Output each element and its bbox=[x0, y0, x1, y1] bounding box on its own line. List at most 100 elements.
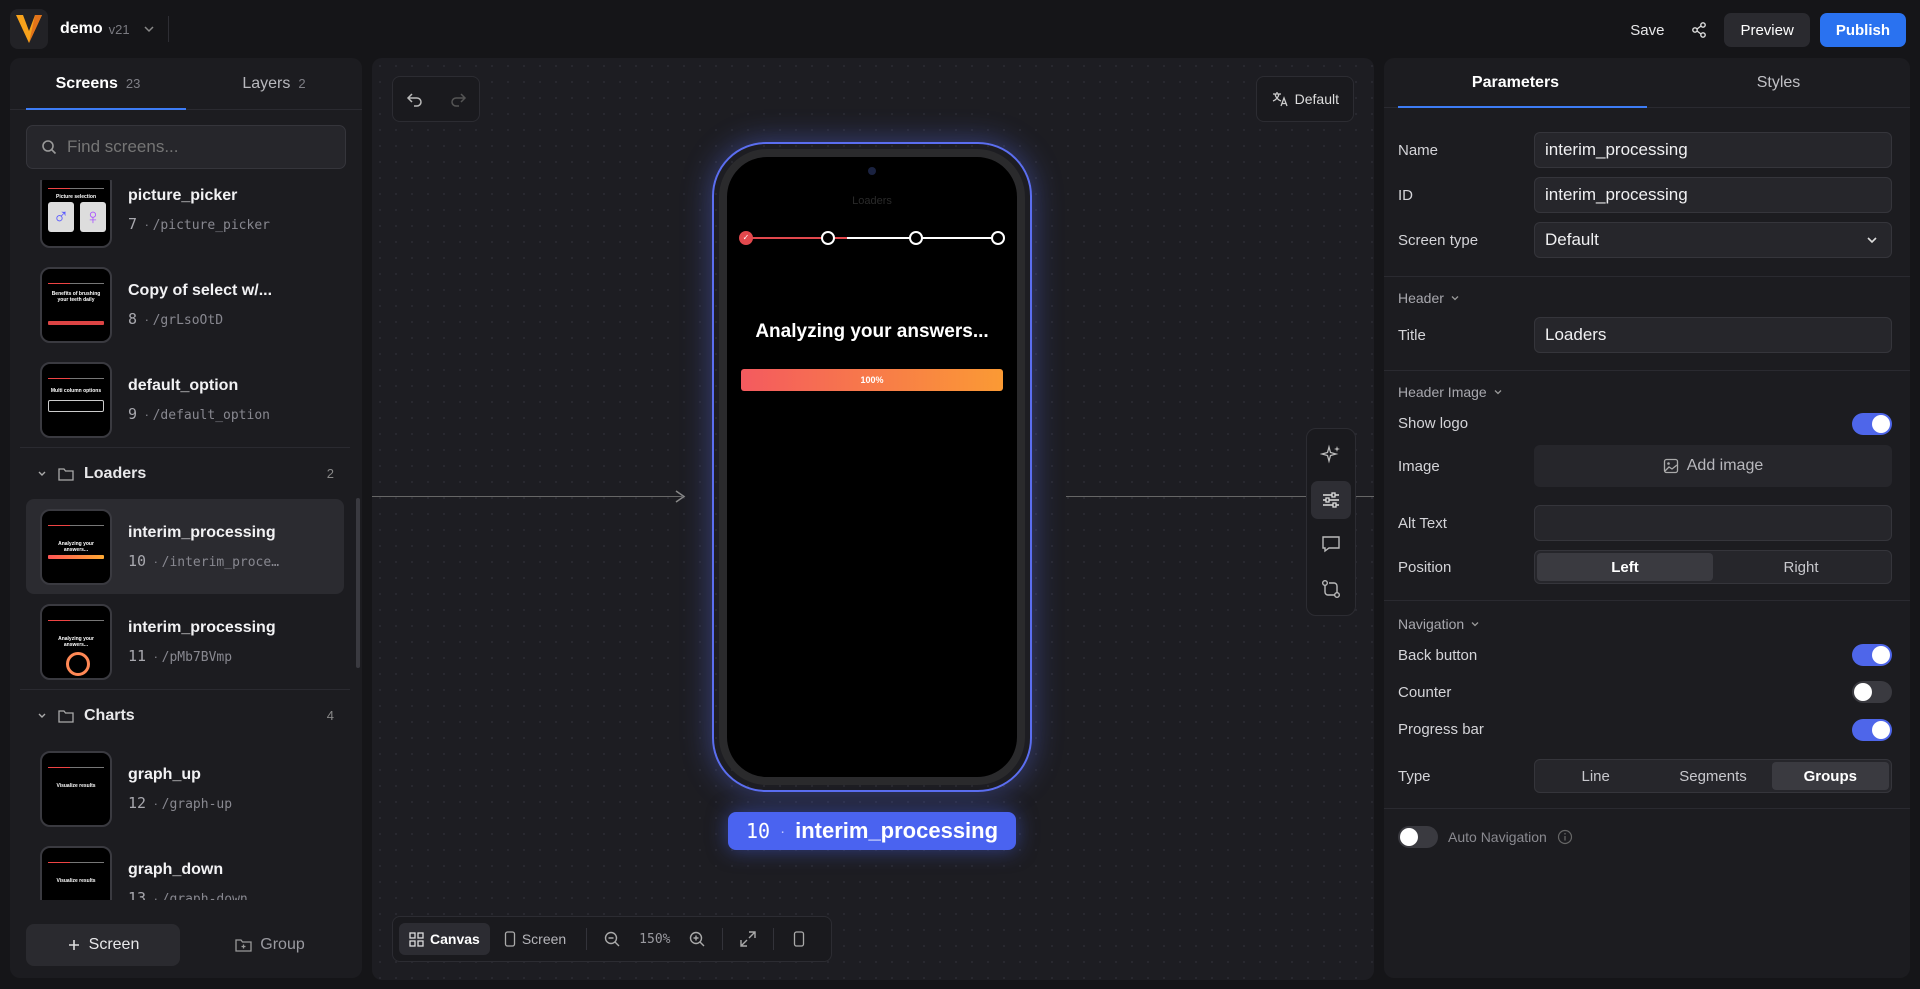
thumb-title: Picture selection bbox=[55, 193, 96, 200]
group-loaders[interactable]: Loaders 2 bbox=[20, 447, 350, 499]
screen-type-value: Default bbox=[1545, 230, 1599, 249]
progress-bar-toggle[interactable] bbox=[1852, 719, 1892, 741]
tab-screens[interactable]: Screens 23 bbox=[10, 58, 186, 110]
alt-text-label: Alt Text bbox=[1398, 514, 1447, 532]
list-item[interactable]: Visualize results graph_up 12 · /graph-u… bbox=[20, 741, 350, 836]
group-count: 2 bbox=[326, 466, 334, 481]
search-input[interactable] bbox=[67, 137, 317, 157]
ai-sparkle-button[interactable] bbox=[1311, 436, 1351, 474]
screen-path: /picture_picker bbox=[152, 217, 270, 233]
screen-number: 7 bbox=[128, 214, 138, 233]
info-icon[interactable] bbox=[1557, 829, 1573, 845]
screen-type-row: Screen type Default bbox=[1398, 222, 1892, 258]
show-logo-toggle[interactable] bbox=[1852, 413, 1892, 435]
zoom-in-icon[interactable] bbox=[682, 924, 712, 954]
tab-count: 23 bbox=[125, 76, 141, 91]
logic-button[interactable] bbox=[1311, 570, 1351, 608]
zoom-out-icon[interactable] bbox=[597, 924, 627, 954]
auto-navigation-toggle[interactable] bbox=[1398, 826, 1438, 848]
position-label: Position bbox=[1398, 558, 1452, 576]
add-group-label: Group bbox=[260, 936, 305, 953]
tab-parameters[interactable]: Parameters bbox=[1384, 58, 1647, 108]
left-bottom-actions: Screen Group bbox=[26, 924, 346, 966]
position-segmented: Left Right bbox=[1534, 550, 1892, 584]
type-line-option[interactable]: Line bbox=[1537, 762, 1654, 790]
canvas[interactable]: Default Loaders ✓ Analyzing your answers… bbox=[372, 58, 1374, 980]
screen-thumbnail: Multi column options bbox=[40, 361, 112, 438]
header-image-section-toggle[interactable]: Header Image bbox=[1398, 384, 1503, 400]
screens-panel: Screens 23 Layers 2 Picture selection ♂ … bbox=[10, 58, 362, 978]
screen-number: 11 bbox=[128, 646, 147, 665]
language-label: Default bbox=[1294, 91, 1339, 107]
divider bbox=[1384, 276, 1910, 277]
publish-button[interactable]: Publish bbox=[1819, 13, 1906, 47]
type-segments-option[interactable]: Segments bbox=[1654, 762, 1771, 790]
language-selector[interactable]: Default bbox=[1255, 76, 1354, 122]
fit-screen-icon[interactable] bbox=[733, 924, 763, 954]
scrollbar[interactable] bbox=[356, 498, 360, 668]
divider bbox=[168, 16, 169, 42]
chevron-down-icon bbox=[144, 26, 154, 33]
navigation-section-toggle[interactable]: Navigation bbox=[1398, 616, 1480, 632]
position-left-option[interactable]: Left bbox=[1537, 553, 1713, 581]
type-groups-option[interactable]: Groups bbox=[1771, 762, 1889, 790]
screen-mode-button[interactable]: Screen bbox=[494, 923, 576, 955]
add-group-button[interactable]: Group bbox=[194, 924, 346, 966]
undo-icon[interactable] bbox=[406, 90, 424, 108]
device-icon[interactable] bbox=[784, 924, 814, 954]
screen-type-select[interactable]: Default bbox=[1534, 222, 1892, 258]
app-logo-icon[interactable] bbox=[10, 9, 48, 49]
canvas-bottom-bar: Canvas Screen 150% bbox=[392, 916, 832, 962]
parameters-button[interactable] bbox=[1311, 480, 1351, 519]
progress-bar-label: Progress bar bbox=[1398, 720, 1484, 738]
add-screen-button[interactable]: Screen bbox=[26, 924, 180, 966]
screen-mode-label: Screen bbox=[521, 931, 567, 947]
title-field[interactable] bbox=[1545, 325, 1891, 345]
add-image-button[interactable]: Add image bbox=[1534, 445, 1892, 487]
selected-screen-label[interactable]: 10 · interim_processing bbox=[728, 812, 1017, 850]
list-item[interactable]: Analyzing your answers... interim_proces… bbox=[20, 594, 350, 689]
name-row: Name bbox=[1398, 132, 1892, 168]
position-right-option[interactable]: Right bbox=[1713, 553, 1889, 581]
screen-type-label: Screen type bbox=[1398, 231, 1479, 249]
tab-styles[interactable]: Styles bbox=[1647, 58, 1910, 107]
save-button[interactable]: Save bbox=[1620, 14, 1674, 47]
thumb-title: Analyzing your answers... bbox=[58, 635, 94, 648]
step-dot bbox=[991, 231, 1005, 245]
divider bbox=[1384, 600, 1910, 601]
tab-label: Screens bbox=[55, 74, 118, 92]
canvas-tools bbox=[1306, 428, 1356, 616]
list-item[interactable]: Picture selection ♂ ♀ picture_picker 7 ·… bbox=[20, 180, 350, 257]
folder-plus-icon bbox=[235, 939, 252, 952]
male-symbol-icon: ♂ bbox=[48, 201, 74, 232]
screen-path: /graph-up bbox=[161, 796, 233, 812]
list-item[interactable]: Benefits of brushing your teeth daily Co… bbox=[20, 257, 350, 352]
history-controls bbox=[392, 76, 480, 122]
header-section-toggle[interactable]: Header bbox=[1398, 290, 1460, 306]
screen-path: /default_option bbox=[152, 407, 270, 423]
counter-toggle[interactable] bbox=[1852, 681, 1892, 703]
tab-layers[interactable]: Layers 2 bbox=[186, 58, 362, 109]
preview-header-title: Loaders bbox=[852, 195, 892, 207]
group-charts[interactable]: Charts 4 bbox=[20, 689, 350, 741]
alt-text-field[interactable] bbox=[1545, 513, 1891, 533]
phone-preview[interactable]: Loaders ✓ Analyzing your answers... 100% bbox=[712, 142, 1032, 792]
comments-button[interactable] bbox=[1311, 525, 1351, 563]
chevron-down-icon bbox=[1451, 296, 1459, 301]
preview-button[interactable]: Preview bbox=[1724, 13, 1810, 47]
list-item[interactable]: Visualize results graph_down 13 · /graph… bbox=[20, 836, 350, 900]
git-branch-icon bbox=[1322, 579, 1340, 598]
share-icon[interactable] bbox=[1684, 15, 1714, 45]
plus-icon bbox=[68, 940, 79, 950]
list-item[interactable]: Analyzing your answers... interim_proces… bbox=[26, 499, 344, 594]
list-item[interactable]: Multi column options default_option 9 · … bbox=[20, 352, 350, 447]
back-button-toggle[interactable] bbox=[1852, 644, 1892, 666]
screen-thumbnail: Analyzing your answers... bbox=[40, 603, 112, 680]
canvas-mode-button[interactable]: Canvas bbox=[399, 923, 490, 955]
redo-icon[interactable] bbox=[449, 90, 467, 108]
name-field[interactable] bbox=[1545, 140, 1891, 160]
thumb-title: Multi column options bbox=[50, 387, 102, 394]
id-field[interactable] bbox=[1545, 185, 1891, 205]
screen-number: 10 bbox=[128, 551, 147, 570]
project-switcher[interactable]: demo v21 bbox=[60, 16, 169, 42]
